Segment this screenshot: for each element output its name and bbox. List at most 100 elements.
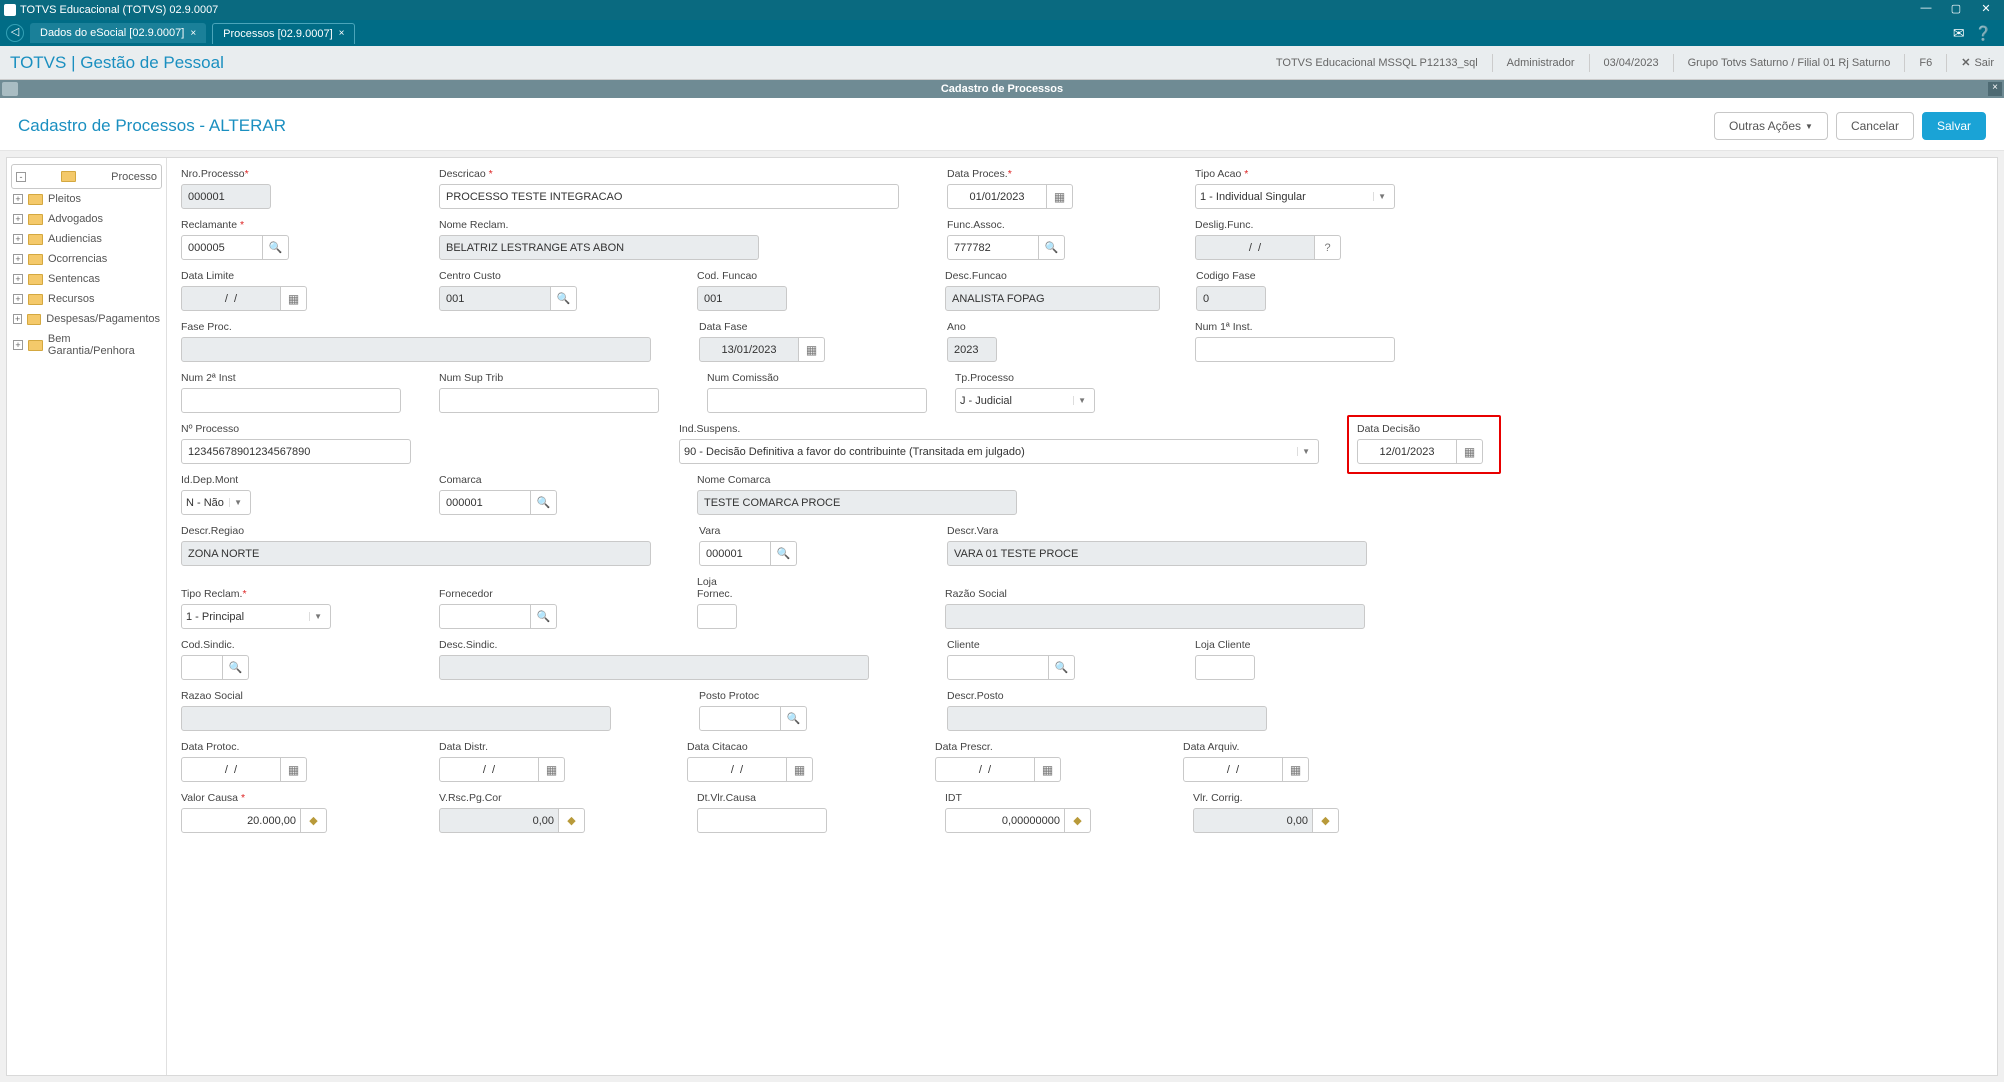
- idt-input[interactable]: [945, 808, 1065, 833]
- num-2-inst-input[interactable]: [181, 388, 401, 413]
- tree-item-recursos[interactable]: +Recursos: [11, 289, 162, 309]
- tree-label: Advogados: [48, 213, 103, 225]
- search-button[interactable]: [551, 286, 577, 311]
- calendar-button[interactable]: [1457, 439, 1483, 464]
- calendar-button[interactable]: [1283, 757, 1309, 782]
- tree-item-audiencias[interactable]: +Audiencias: [11, 229, 162, 249]
- label-ind-suspens: Ind.Suspens.: [679, 423, 1319, 435]
- tipo-acao-select[interactable]: 1 - Individual Singular▼: [1195, 184, 1395, 209]
- search-button[interactable]: [1049, 655, 1075, 680]
- v-rsc-pg-cor-input: [439, 808, 559, 833]
- logout-button[interactable]: ✕ Sair: [1961, 56, 1994, 69]
- tab-close-icon[interactable]: ×: [339, 28, 345, 39]
- data-fase-input[interactable]: [699, 337, 799, 362]
- vara-input[interactable]: [699, 541, 771, 566]
- calendar-button[interactable]: [1047, 184, 1073, 209]
- tree-item-despesas[interactable]: +Despesas/Pagamentos: [11, 309, 162, 329]
- search-button[interactable]: [223, 655, 249, 680]
- tab-label: Dados do eSocial [02.9.0007]: [40, 27, 184, 39]
- reclamante-input[interactable]: [181, 235, 263, 260]
- n-processo-input[interactable]: [181, 439, 411, 464]
- calendar-button[interactable]: [799, 337, 825, 362]
- tab-close-icon[interactable]: ×: [190, 28, 196, 39]
- nro-processo-input[interactable]: [181, 184, 271, 209]
- data-arquiv-input[interactable]: [1183, 757, 1283, 782]
- tree-item-pleitos[interactable]: +Pleitos: [11, 189, 162, 209]
- descricao-input[interactable]: [439, 184, 899, 209]
- calendar-button[interactable]: [539, 757, 565, 782]
- tp-processo-select[interactable]: J - Judicial▼: [955, 388, 1095, 413]
- folder-icon: [28, 274, 43, 285]
- search-button[interactable]: [1039, 235, 1065, 260]
- currency-button[interactable]: [559, 808, 585, 833]
- func-assoc-input[interactable]: [947, 235, 1039, 260]
- search-button[interactable]: [263, 235, 289, 260]
- calendar-button[interactable]: [787, 757, 813, 782]
- data-distr-input[interactable]: [439, 757, 539, 782]
- help-icon[interactable]: ❔: [1975, 25, 1992, 42]
- dt-vlr-causa-input[interactable]: [697, 808, 827, 833]
- tree-label: Pleitos: [48, 193, 81, 205]
- label-deslig-func: Deslig.Func.: [1195, 219, 1345, 231]
- currency-button[interactable]: [1065, 808, 1091, 833]
- tipo-reclam-select[interactable]: 1 - Principal▼: [181, 604, 331, 629]
- centro-custo-input[interactable]: [439, 286, 551, 311]
- inner-window-close[interactable]: ×: [1988, 82, 2002, 96]
- search-button[interactable]: [771, 541, 797, 566]
- loja-fornec-input[interactable]: [697, 604, 737, 629]
- data-limite-input[interactable]: [181, 286, 281, 311]
- minimize-button[interactable]: —: [1912, 2, 1940, 18]
- tab-label: Processos [02.9.0007]: [223, 28, 332, 40]
- id-dep-mont-select[interactable]: N - Não▼: [181, 490, 251, 515]
- tab-processos[interactable]: Processos [02.9.0007] ×: [212, 23, 355, 44]
- data-citacao-input[interactable]: [687, 757, 787, 782]
- cod-funcao-input: [697, 286, 787, 311]
- fornecedor-input[interactable]: [439, 604, 531, 629]
- tab-esocial[interactable]: Dados do eSocial [02.9.0007] ×: [30, 23, 206, 43]
- mail-icon[interactable]: ✉: [1953, 25, 1965, 42]
- search-button[interactable]: [531, 490, 557, 515]
- salvar-button[interactable]: Salvar: [1922, 112, 1986, 140]
- loja-cliente-input[interactable]: [1195, 655, 1255, 680]
- tree-item-advogados[interactable]: +Advogados: [11, 209, 162, 229]
- search-button[interactable]: [531, 604, 557, 629]
- tree-item-bem-garantia[interactable]: +Bem Garantia/Penhora: [11, 329, 162, 361]
- data-proces-input[interactable]: [947, 184, 1047, 209]
- data-decisao-input[interactable]: [1357, 439, 1457, 464]
- module-title: TOTVS | Gestão de Pessoal: [10, 53, 224, 73]
- calendar-button[interactable]: [1035, 757, 1061, 782]
- posto-protoc-input[interactable]: [699, 706, 781, 731]
- calendar-button[interactable]: [281, 757, 307, 782]
- label-idt: IDT: [945, 792, 1095, 804]
- search-button[interactable]: [781, 706, 807, 731]
- valor-causa-input[interactable]: [181, 808, 301, 833]
- user-label: Administrador: [1507, 57, 1575, 69]
- num-comissao-input[interactable]: [707, 388, 927, 413]
- maximize-button[interactable]: ▢: [1942, 2, 1970, 18]
- ano-input: [947, 337, 997, 362]
- label-cod-sindic: Cod.Sindic.: [181, 639, 251, 651]
- label-vara: Vara: [699, 525, 799, 537]
- data-protoc-input[interactable]: [181, 757, 281, 782]
- label-desc-sindic: Desc.Sindic.: [439, 639, 869, 651]
- cancelar-button[interactable]: Cancelar: [1836, 112, 1914, 140]
- tree-label: Recursos: [48, 293, 94, 305]
- currency-button[interactable]: [301, 808, 327, 833]
- close-window-button[interactable]: ✕: [1972, 2, 2000, 18]
- num-sup-trib-input[interactable]: [439, 388, 659, 413]
- tree-item-sentencas[interactable]: +Sentencas: [11, 269, 162, 289]
- tree-item-processo[interactable]: -Processo: [11, 164, 162, 189]
- num-1-inst-input[interactable]: [1195, 337, 1395, 362]
- cliente-input[interactable]: [947, 655, 1049, 680]
- back-button[interactable]: ◁: [6, 24, 24, 42]
- calendar-button[interactable]: [281, 286, 307, 311]
- label-data-protoc: Data Protoc.: [181, 741, 311, 753]
- outras-acoes-button[interactable]: Outras Ações ▼: [1714, 112, 1828, 140]
- data-prescr-input[interactable]: [935, 757, 1035, 782]
- currency-button[interactable]: [1313, 808, 1339, 833]
- cod-sindic-input[interactable]: [181, 655, 223, 680]
- comarca-input[interactable]: [439, 490, 531, 515]
- ind-suspens-select[interactable]: 90 - Decisão Definitiva a favor do contr…: [679, 439, 1319, 464]
- help-button[interactable]: [1315, 235, 1341, 260]
- tree-item-ocorrencias[interactable]: +Ocorrencias: [11, 249, 162, 269]
